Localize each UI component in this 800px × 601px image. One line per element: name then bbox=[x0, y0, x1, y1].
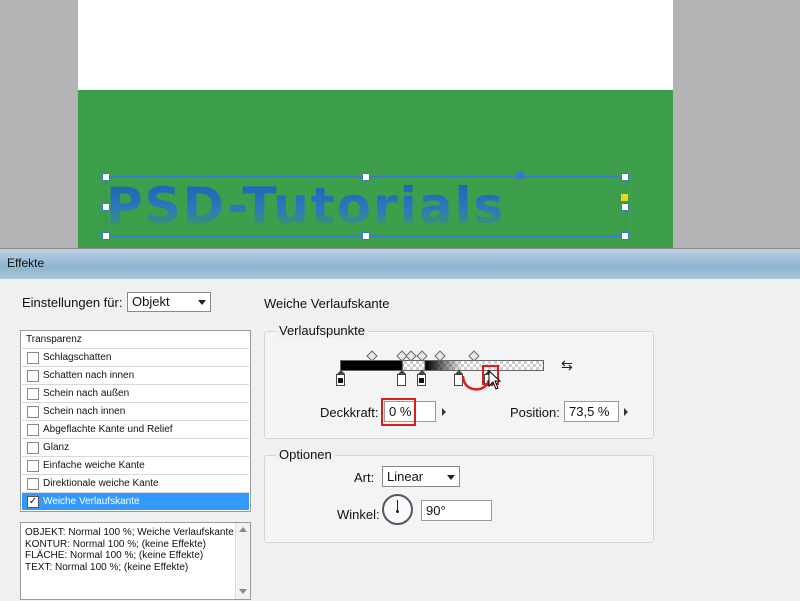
list-item-label: Schatten nach innen bbox=[43, 370, 135, 381]
effect-checkbox[interactable] bbox=[27, 460, 39, 472]
scroll-up-icon[interactable] bbox=[239, 527, 247, 532]
resize-handle[interactable] bbox=[621, 203, 629, 211]
list-item-inner-shadow[interactable]: Schatten nach innen bbox=[22, 367, 249, 385]
list-item-label: Glanz bbox=[43, 442, 70, 453]
reverse-gradient-icon[interactable]: ⇆ bbox=[561, 358, 581, 374]
cursor-icon bbox=[488, 370, 502, 390]
list-item-satin[interactable]: Glanz bbox=[22, 439, 249, 457]
effects-dialog: Effekte Einstellungen für: Objekt Transp… bbox=[0, 248, 800, 601]
angle-label: Winkel: bbox=[337, 507, 380, 522]
effect-checkbox[interactable] bbox=[27, 424, 39, 436]
dialog-title: Effekte bbox=[7, 256, 45, 270]
settings-for-value: Objekt bbox=[132, 294, 170, 309]
resize-handle[interactable] bbox=[102, 232, 110, 240]
list-item-gradient-feather[interactable]: ✓ Weiche Verlaufskante bbox=[22, 493, 249, 510]
angle-value: 90° bbox=[426, 503, 446, 518]
list-item-outer-glow[interactable]: Schein nach außen bbox=[22, 385, 249, 403]
settings-for-label: Einstellungen für: bbox=[22, 295, 123, 310]
settings-for-select[interactable]: Objekt bbox=[127, 292, 211, 312]
gradient-stop[interactable] bbox=[417, 370, 426, 386]
pasteboard-left bbox=[0, 0, 78, 260]
list-item-label: Abgeflachte Kante und Relief bbox=[43, 424, 173, 435]
dial-center bbox=[396, 510, 399, 513]
angle-input[interactable]: 90° bbox=[421, 500, 492, 521]
highlight-box bbox=[381, 398, 416, 426]
effect-checkbox[interactable]: ✓ bbox=[27, 496, 39, 508]
chevron-down-icon bbox=[198, 300, 206, 305]
position-label: Position: bbox=[510, 405, 560, 420]
dialog-titlebar[interactable]: Effekte bbox=[0, 249, 800, 279]
list-item-label: Einfache weiche Kante bbox=[43, 460, 145, 471]
effect-checkbox[interactable] bbox=[27, 406, 39, 418]
effects-summary: OBJEKT: Normal 100 %; Weiche Verlaufskan… bbox=[20, 522, 251, 600]
resize-handle[interactable] bbox=[102, 173, 110, 181]
resize-handle[interactable] bbox=[362, 173, 370, 181]
anchor-point[interactable] bbox=[516, 171, 525, 180]
list-item-label: Schein nach innen bbox=[43, 406, 126, 417]
list-item-label: Direktionale weiche Kante bbox=[43, 478, 159, 489]
position-input[interactable]: 73,5 % bbox=[564, 401, 619, 422]
scroll-down-icon[interactable] bbox=[239, 589, 247, 594]
chevron-down-icon bbox=[447, 475, 455, 480]
summary-line: OBJEKT: Normal 100 %; Weiche Verlaufskan… bbox=[25, 527, 234, 538]
pasteboard-right bbox=[673, 0, 800, 260]
gradient-stop[interactable] bbox=[397, 370, 406, 386]
resize-handle[interactable] bbox=[362, 232, 370, 240]
summary-line: FLÄCHE: Normal 100 %; (keine Effekte) bbox=[25, 550, 204, 561]
chevron-right-icon[interactable] bbox=[624, 408, 628, 416]
type-value: Linear bbox=[387, 469, 424, 484]
summary-line: TEXT: Normal 100 %; (keine Effekte) bbox=[25, 561, 189, 573]
effects-list: Transparenz Schlagschatten Schatten nach… bbox=[20, 330, 251, 512]
gradient-ramp[interactable] bbox=[340, 360, 544, 371]
resize-handle[interactable] bbox=[102, 203, 110, 211]
list-item-bevel-emboss[interactable]: Abgeflachte Kante und Relief bbox=[22, 421, 249, 439]
type-select[interactable]: Linear bbox=[382, 466, 460, 487]
list-item-directional-feather[interactable]: Direktionale weiche Kante bbox=[22, 475, 249, 493]
type-label: Art: bbox=[354, 470, 375, 485]
resize-handle[interactable] bbox=[621, 173, 629, 181]
scrollbar[interactable] bbox=[235, 523, 250, 599]
gradient-stop[interactable] bbox=[336, 370, 345, 386]
effect-checkbox[interactable] bbox=[27, 352, 39, 364]
effect-checkbox[interactable] bbox=[27, 388, 39, 400]
list-item-label: Schein nach außen bbox=[43, 388, 130, 399]
effect-checkbox[interactable] bbox=[27, 370, 39, 382]
summary-line: KONTUR: Normal 100 %; (keine Effekte) bbox=[25, 538, 206, 550]
list-item-label: Weiche Verlaufskante bbox=[43, 496, 140, 507]
angle-dial[interactable] bbox=[382, 494, 413, 525]
gradient-stops-title: Verlaufspunkte bbox=[276, 323, 369, 338]
opacity-label: Deckkraft: bbox=[320, 405, 379, 420]
text-frame-selection[interactable] bbox=[102, 173, 629, 240]
chevron-right-icon[interactable] bbox=[442, 408, 446, 416]
list-item-inner-glow[interactable]: Schein nach innen bbox=[22, 403, 249, 421]
list-item-basic-feather[interactable]: Einfache weiche Kante bbox=[22, 457, 249, 475]
effect-checkbox[interactable] bbox=[27, 442, 39, 454]
position-value: 73,5 % bbox=[569, 404, 610, 419]
effect-checkbox[interactable] bbox=[27, 478, 39, 490]
corner-option-handle[interactable] bbox=[621, 194, 628, 201]
options-title: Optionen bbox=[276, 447, 335, 462]
list-item-transparency[interactable]: Transparenz bbox=[22, 331, 249, 349]
resize-handle[interactable] bbox=[621, 232, 629, 240]
section-title: Weiche Verlaufskante bbox=[264, 296, 390, 311]
list-item-label: Transparenz bbox=[26, 334, 82, 345]
list-item-label: Schlagschatten bbox=[43, 352, 112, 363]
list-item-drop-shadow[interactable]: Schlagschatten bbox=[22, 349, 249, 367]
